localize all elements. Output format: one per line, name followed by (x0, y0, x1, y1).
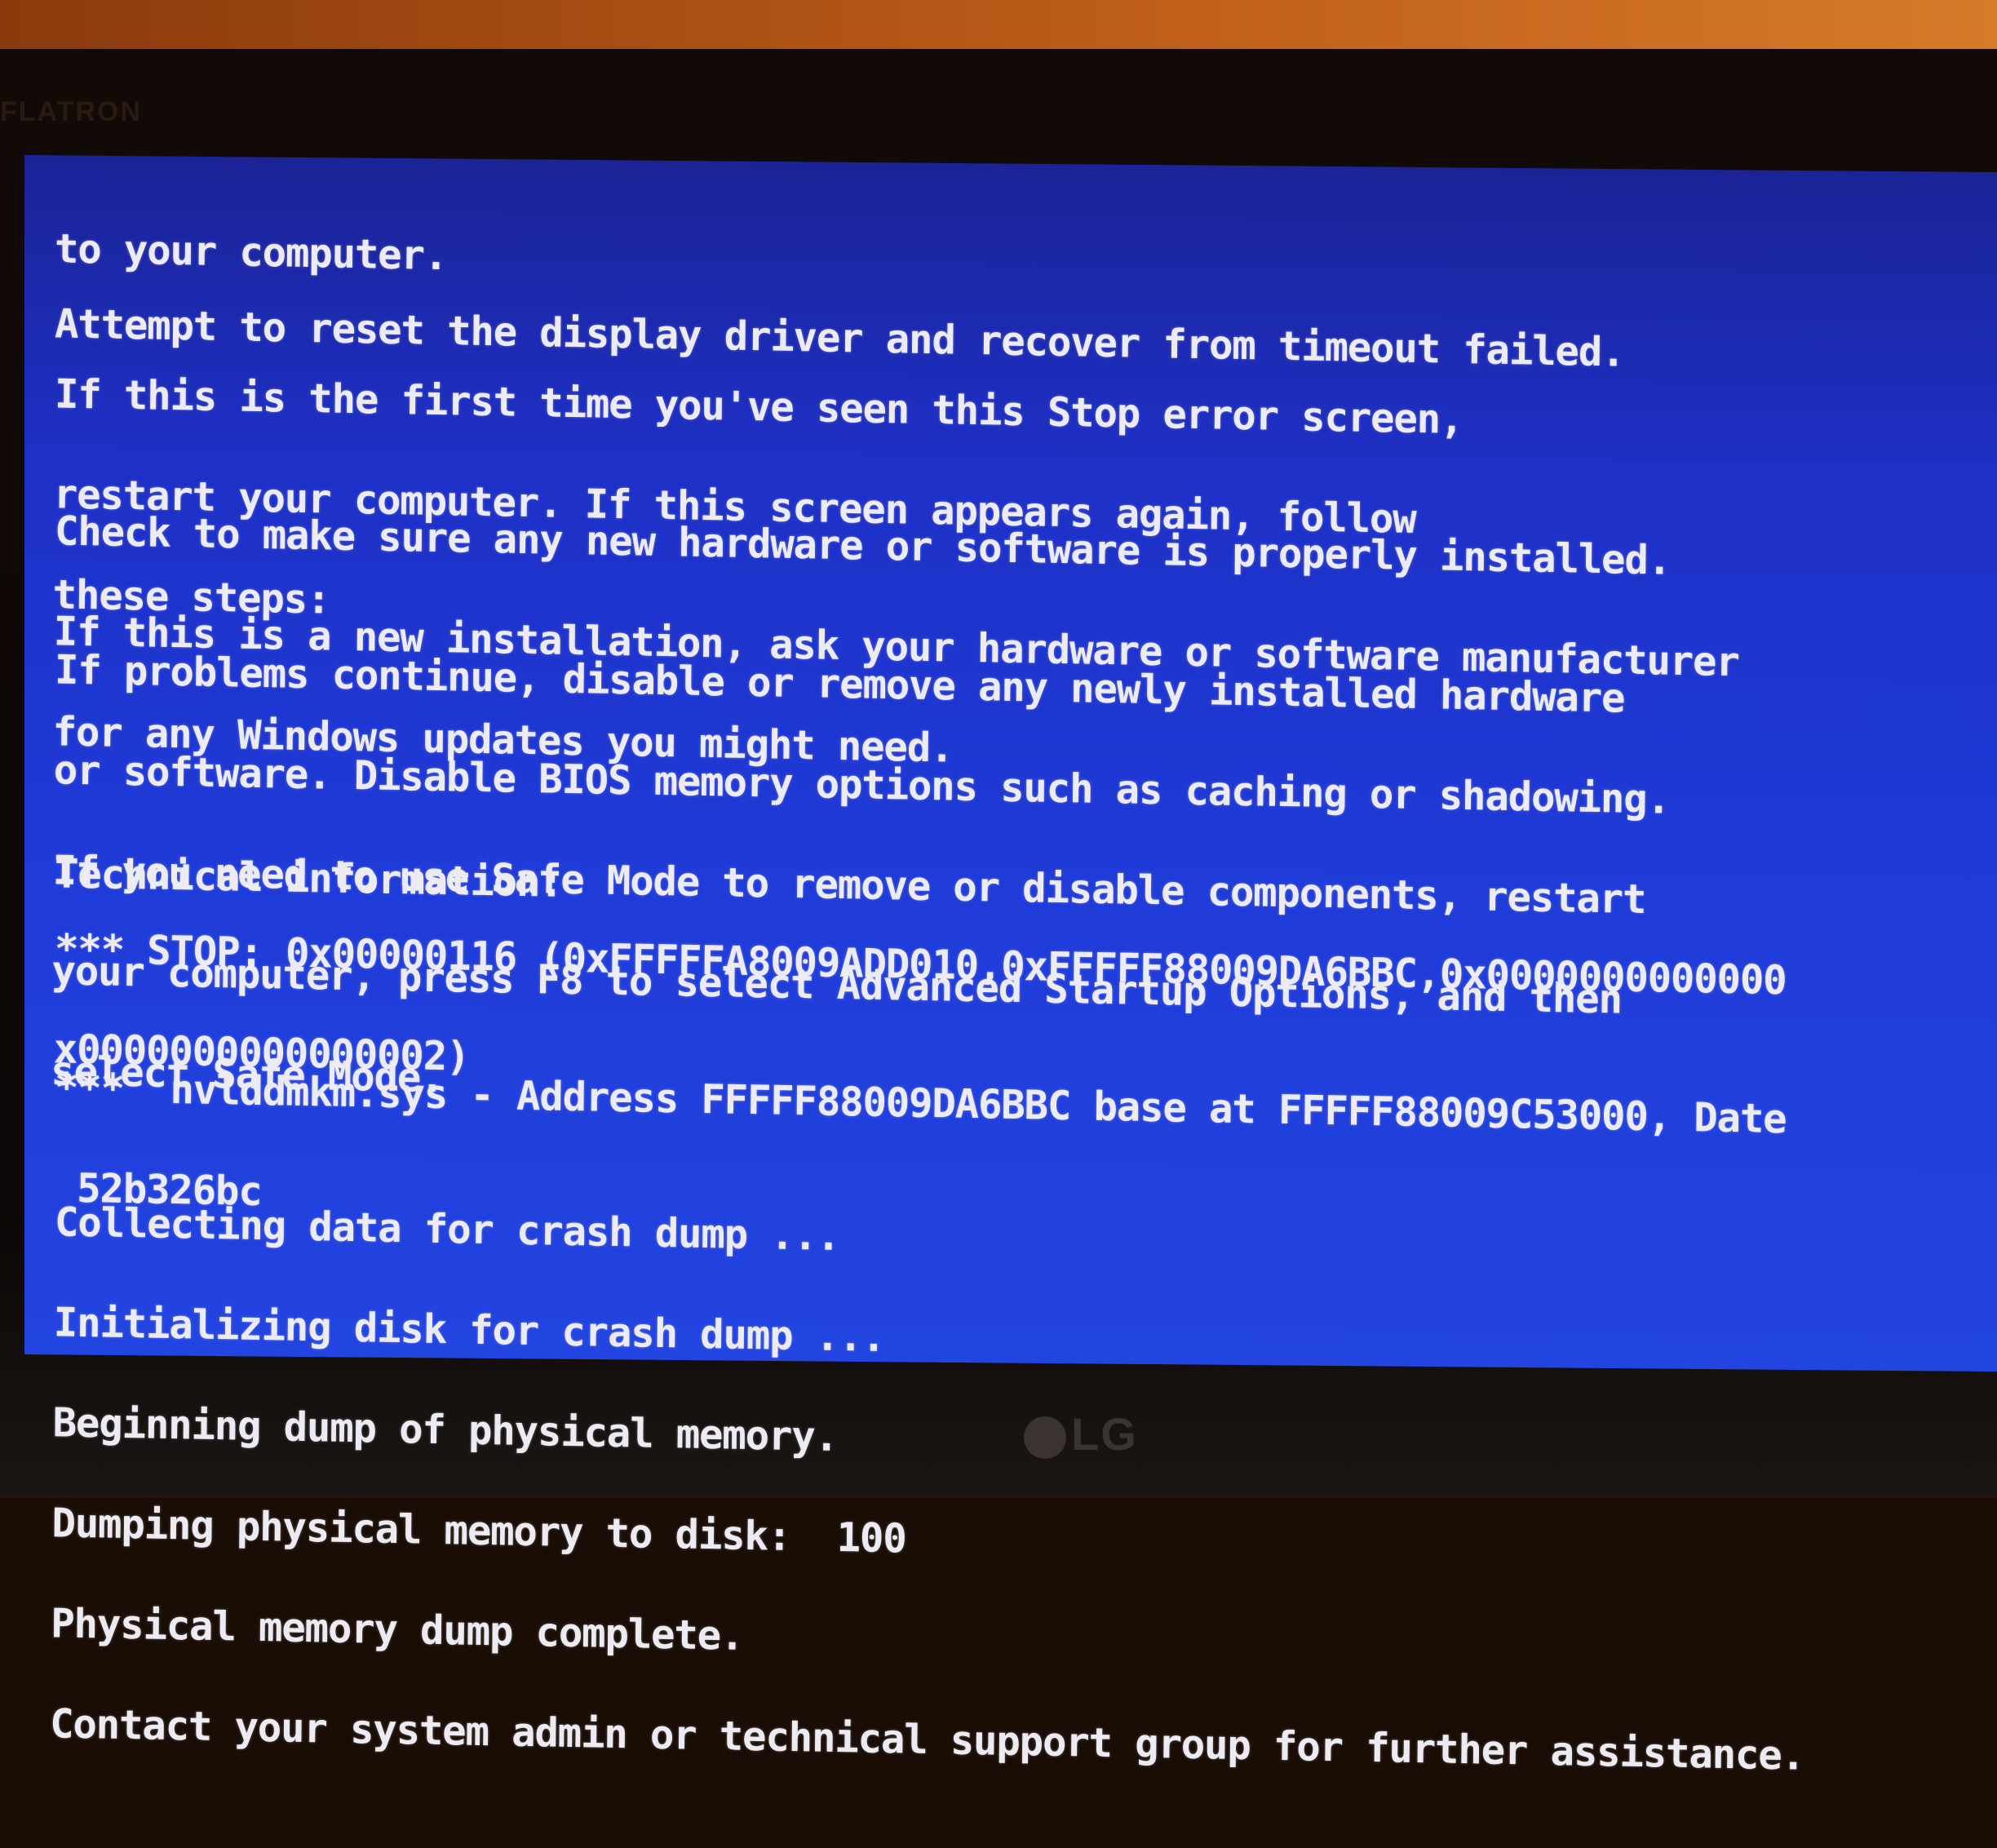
text-line: *** nvlddmkm.sys - Address FFFFF88009DA6… (54, 1064, 1787, 1143)
text-line: Beginning dump of physical memory. (52, 1399, 839, 1460)
crash-dump-status: Collecting data for crash dump ... Initi… (49, 1138, 1810, 1839)
lg-logo-text: LG (1071, 1408, 1138, 1460)
text-line: If problems continue, disable or remove … (54, 646, 1625, 722)
bsod-screen: to your computer. Attempt to reset the d… (24, 155, 1997, 1779)
text-line: Contact your system admin or technical s… (49, 1700, 1805, 1779)
text-line: Initializing disk for crash dump ... (53, 1299, 885, 1361)
lg-logo: LG (1024, 1407, 1138, 1460)
text-line: Physical memory dump complete. (51, 1600, 744, 1660)
text-line: Dumping physical memory to disk: 100 (51, 1500, 906, 1562)
text-line: Collecting data for crash dump ... (54, 1199, 840, 1260)
text-line: Check to make sure any new hardware or s… (54, 507, 1672, 584)
lg-logo-icon (1024, 1416, 1066, 1460)
text-line: If this is the first time you've seen th… (54, 370, 1463, 443)
monitor-brand-label: FLATRON (0, 96, 142, 127)
text-line: *** STOP: 0x00000116 (0xFFFFFA8009ADD010… (54, 925, 1787, 1004)
